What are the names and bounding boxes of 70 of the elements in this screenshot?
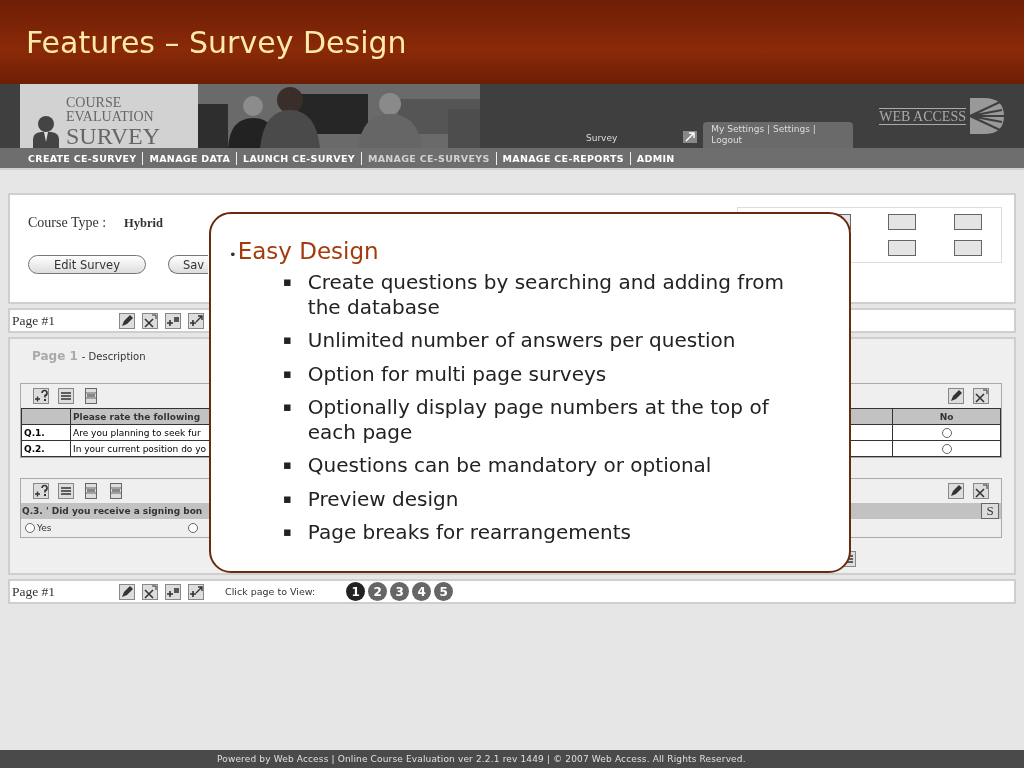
page-label: Page #1 — [12, 312, 57, 329]
callout-heading: Easy Design — [237, 238, 379, 264]
bullet-icon: ▪ — [283, 361, 292, 386]
page-description: - Description — [81, 351, 146, 362]
field-label: Course Type : — [28, 215, 107, 231]
radio-button[interactable] — [187, 523, 198, 533]
page-number[interactable]: 1 — [346, 582, 366, 601]
user-links[interactable]: My Settings | Settings | Logout — [703, 122, 854, 148]
bullet-text: Questions can be mandatory or optional — [307, 453, 712, 478]
survey-button[interactable]: Sav — [168, 255, 208, 274]
plus-question-icon[interactable] — [33, 483, 49, 499]
section-label: Survey — [586, 133, 618, 143]
page-number[interactable]: 3 — [390, 582, 410, 601]
question-text: Q.3. ' Did you receive a signing bon — [22, 506, 203, 516]
bullet-icon: • — [229, 247, 237, 262]
pencil-icon[interactable] — [119, 583, 135, 600]
bullet-icon: ▪ — [283, 328, 292, 353]
bullet-icon: ▪ — [283, 453, 292, 478]
bullet-icon: ▪ — [283, 520, 292, 545]
plus-icon[interactable] — [165, 312, 181, 329]
plus-question-icon[interactable] — [33, 388, 49, 404]
bullet-text: Optionally display page numbers at the top of each page — [307, 395, 771, 444]
logo-text: COURSE — [66, 96, 123, 110]
list-icon[interactable] — [58, 483, 74, 499]
cross-icon[interactable] — [142, 583, 158, 600]
bullet-icon: ▪ — [283, 395, 292, 444]
nav-link[interactable]: CREATE CE-SURVEY — [22, 151, 143, 165]
bullet-icon: ▪ — [283, 270, 292, 319]
page-hint: Click page to View: — [225, 586, 316, 597]
slide-title: Features – Survey Design — [26, 24, 407, 60]
radio-button[interactable] — [941, 427, 952, 438]
survey-button[interactable]: Edit Survey — [28, 255, 146, 274]
cross-icon[interactable] — [973, 483, 989, 499]
bullet-text: Option for multi page surveys — [307, 361, 607, 386]
nav-link[interactable]: LAUNCH CE-SURVEY — [236, 151, 361, 165]
brand-logo: WEB ACCESS — [879, 96, 1004, 136]
page-number[interactable]: 5 — [434, 582, 454, 601]
cross-icon[interactable] — [142, 312, 158, 329]
option-label: Yes — [37, 523, 52, 533]
nav-link[interactable]: ADMIN — [629, 151, 681, 165]
nav-link[interactable]: MANAGE CE-SURVEYS — [360, 151, 496, 165]
table-header: No — [892, 408, 1001, 425]
field-value: Hybrid — [124, 216, 163, 231]
pencil-icon[interactable] — [948, 388, 964, 404]
footer-text: Powered by Web Access | Online Course Evaluation ver 2.2.1 rev 1449 | © 2007 Web Access. All Rights Reserved. — [217, 754, 746, 764]
nav-link[interactable]: MANAGE CE-REPORTS — [495, 151, 630, 165]
rows-icon[interactable] — [108, 483, 124, 499]
pencil-icon[interactable] — [948, 483, 964, 499]
nav-link[interactable]: MANAGE DATA — [142, 151, 237, 165]
bullet-text: Preview design — [307, 486, 459, 511]
page-number[interactable]: 2 — [368, 582, 388, 601]
page-number[interactable]: 4 — [412, 582, 432, 601]
list-icon[interactable] — [58, 388, 74, 404]
bullet-text: Page breaks for rearrangements — [307, 520, 631, 545]
logo-text: SURVEY — [66, 124, 161, 148]
bullet-text: Create questions by searching and adding from the database — [307, 270, 785, 319]
page-title: Page 1 — [32, 349, 78, 363]
cross-icon[interactable] — [973, 388, 989, 404]
rows-icon[interactable] — [83, 388, 99, 404]
s-button[interactable]: S — [981, 503, 999, 519]
page-label: Page #1 — [12, 583, 57, 600]
plus-icon[interactable] — [165, 583, 181, 600]
bullet-text: Unlimited number of answers per question — [307, 328, 736, 353]
external-link-icon[interactable] — [683, 131, 698, 143]
radio-button[interactable] — [941, 443, 952, 454]
rows-icon[interactable] — [83, 483, 99, 499]
radio-button[interactable] — [25, 523, 35, 533]
bullet-icon: ▪ — [283, 486, 292, 511]
pencil-icon[interactable] — [119, 312, 135, 329]
logo-text: EVALUATION — [66, 110, 155, 124]
